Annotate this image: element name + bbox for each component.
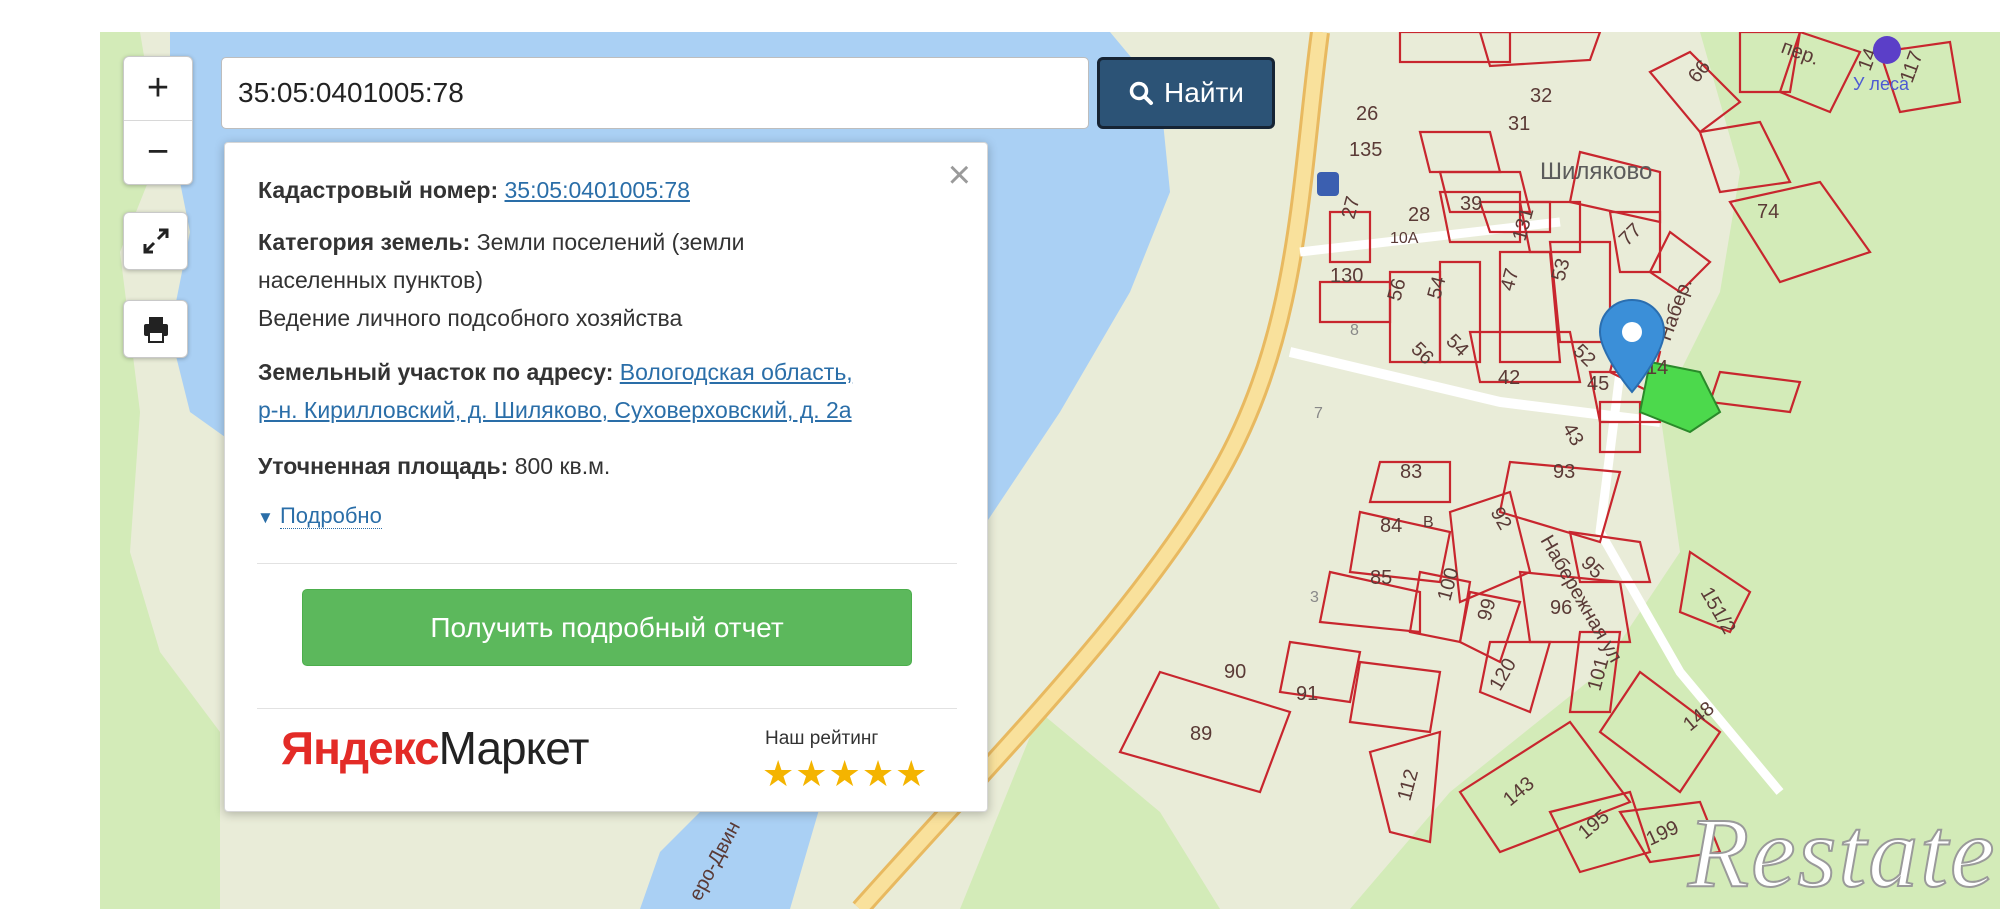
search-icon (1129, 81, 1154, 105)
svg-text:130: 130 (1330, 265, 1363, 287)
svg-text:10А: 10А (1390, 230, 1419, 247)
cadastral-link[interactable]: 35:05:0401005:78 (505, 177, 690, 203)
address-row: Земельный участок по адресу: Вологодская… (258, 353, 853, 391)
market-logo-text: Маркет (438, 722, 590, 774)
svg-text:53: 53 (1548, 256, 1575, 283)
yandex-market-logo[interactable]: ЯндексМаркет (281, 721, 590, 775)
svg-text:74: 74 (1757, 201, 1779, 223)
details-label: Подробно (279, 503, 382, 529)
svg-text:89: 89 (1190, 723, 1212, 745)
svg-text:135: 135 (1349, 139, 1382, 161)
fullscreen-button[interactable] (123, 212, 188, 270)
svg-text:96: 96 (1550, 597, 1572, 619)
category-label: Категория земель: (258, 229, 471, 255)
cadastral-row: Кадастровый номер: 35:05:0401005:78 (258, 171, 690, 209)
zoom-controls: + − (123, 56, 193, 185)
cadastral-search-input[interactable] (221, 57, 1089, 129)
parcel-info-card: × Кадастровый номер: 35:05:0401005:78 Ка… (224, 142, 988, 812)
svg-text:54: 54 (1441, 330, 1472, 361)
printer-icon (143, 317, 168, 343)
zoom-in-button[interactable]: + (124, 57, 192, 120)
close-icon[interactable]: × (948, 155, 971, 195)
svg-text:43: 43 (1558, 420, 1588, 450)
search-button-label: Найти (1164, 77, 1244, 108)
divider (257, 708, 957, 709)
svg-text:26: 26 (1356, 103, 1378, 125)
print-button[interactable] (123, 300, 188, 358)
svg-text:92: 92 (1486, 504, 1516, 534)
category-row: Категория земель: Земли поселений (земли (258, 223, 744, 261)
poi-label: У леса (1853, 74, 1909, 94)
yandex-logo-text: Яндекс (281, 722, 440, 774)
cadastral-label: Кадастровый номер: (258, 177, 499, 203)
area-label: Уточненная площадь: (258, 453, 509, 479)
svg-text:47: 47 (1497, 266, 1524, 293)
land-usage: Ведение личного подсобного хозяйства (258, 305, 683, 331)
svg-text:56: 56 (1384, 276, 1411, 303)
area-value: 800 кв.м. (514, 453, 611, 479)
svg-text:120: 120 (1485, 655, 1521, 695)
svg-text:77: 77 (1615, 219, 1646, 250)
svg-text:90: 90 (1224, 661, 1246, 683)
details-toggle[interactable]: ▼ Подробно (257, 503, 382, 529)
get-report-button[interactable]: Получить подробный отчет (302, 589, 912, 666)
svg-text:42: 42 (1498, 367, 1520, 389)
svg-text:56: 56 (1406, 338, 1437, 369)
address-label: Земельный участок по адресу: (258, 359, 614, 385)
zoom-out-button[interactable]: − (124, 120, 192, 184)
expand-icon (143, 228, 168, 254)
svg-text:7: 7 (1314, 405, 1323, 422)
svg-text:28: 28 (1408, 204, 1430, 226)
svg-text:85: 85 (1370, 567, 1392, 589)
rating-label: Наш рейтинг (765, 728, 879, 749)
svg-text:3: 3 (1310, 589, 1319, 606)
address-link-line1[interactable]: Вологодская область, (620, 359, 853, 385)
area-row: Уточненная площадь: 800 кв.м. (258, 447, 610, 485)
svg-text:93: 93 (1553, 461, 1575, 483)
search-button[interactable]: Найти (1097, 57, 1275, 129)
address-link-line2[interactable]: р-н. Кирилловский, д. Шиляково, Суховерх… (258, 397, 852, 423)
svg-text:31: 31 (1508, 113, 1530, 135)
svg-text:8: 8 (1350, 322, 1359, 339)
svg-text:45: 45 (1587, 373, 1609, 395)
svg-text:В: В (1423, 514, 1434, 531)
svg-text:54: 54 (1424, 274, 1451, 301)
svg-text:99: 99 (1474, 596, 1501, 623)
svg-text:84: 84 (1380, 515, 1402, 537)
svg-text:39: 39 (1460, 193, 1482, 215)
svg-text:112: 112 (1394, 767, 1424, 803)
restate-watermark: Restate (1687, 796, 1997, 909)
category-value: Земли поселений (земли (476, 229, 745, 255)
svg-text:27: 27 (1338, 194, 1365, 221)
village-label: Шиляково (1540, 158, 1653, 185)
address-line2-row: р-н. Кирилловский, д. Шиляково, Суховерх… (258, 391, 852, 429)
svg-text:83: 83 (1400, 461, 1422, 483)
rating-stars: ★★★★★ (762, 753, 929, 794)
svg-text:32: 32 (1530, 85, 1552, 107)
category-value-continued: населенных пунктов) (258, 267, 483, 293)
divider (257, 563, 957, 564)
caret-down-icon: ▼ (257, 508, 274, 527)
svg-text:91: 91 (1296, 683, 1318, 705)
